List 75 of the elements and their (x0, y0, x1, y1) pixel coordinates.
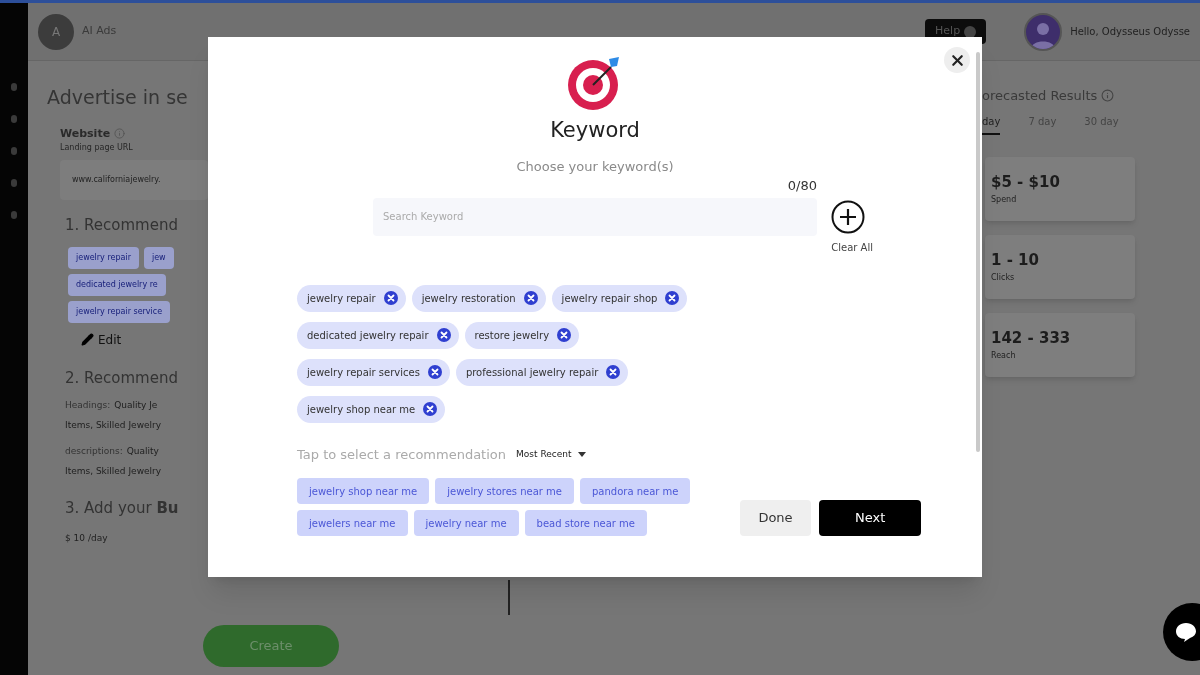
keyword-chip[interactable]: professional jewelry repair (455, 358, 629, 386)
keyword-chip[interactable]: jewelry restoration (411, 284, 546, 312)
next-button[interactable]: Next (819, 500, 921, 536)
keyword-chip[interactable]: jewelry repair (297, 284, 406, 312)
recommendation-chip[interactable]: pandora near me (580, 478, 691, 504)
remove-icon[interactable] (665, 291, 680, 305)
remove-icon[interactable] (523, 291, 538, 305)
keyword-chip[interactable]: jew (143, 246, 174, 269)
keyword-text: jewelry repair services (307, 365, 420, 380)
forecast-value: 142 - 333 (991, 328, 1072, 350)
recommendation-chip[interactable]: bead store near me (524, 510, 647, 536)
website-hint: Landing page URL (59, 142, 134, 154)
website-label: Website (60, 125, 111, 142)
done-button[interactable]: Done (739, 500, 812, 536)
page-title: Advertise in se (47, 85, 189, 110)
keyword-text: jewelry repair shop (561, 291, 658, 306)
ad-text: Items, Skilled Jewelry (65, 465, 163, 478)
recommendation-chip[interactable]: jewelry stores near me (435, 478, 574, 504)
user-avatar[interactable] (1024, 12, 1063, 51)
remove-icon[interactable] (383, 291, 398, 305)
keyword-text: jewelry repair (307, 291, 376, 306)
clear-all-button[interactable]: Clear All (831, 239, 873, 255)
remove-icon[interactable] (606, 365, 621, 379)
info-icon (114, 128, 126, 140)
remove-icon[interactable] (557, 328, 572, 342)
recommendation-chip[interactable]: jewelry shop near me (297, 478, 430, 504)
greeting: Hello, Odysseus Odysse (1070, 25, 1190, 39)
chat-icon (1175, 622, 1197, 642)
dialog-subtitle: Choose your keyword(s) (516, 157, 674, 176)
budget-value: $ 10 /day (64, 531, 109, 545)
close-button[interactable] (944, 47, 970, 73)
keyword-text: professional jewelry repair (465, 365, 599, 380)
keyword-counter: 0/80 (787, 177, 817, 195)
add-icon[interactable] (831, 199, 865, 234)
remove-icon[interactable] (436, 328, 451, 342)
dialog-title: Keyword (550, 117, 640, 144)
ad-text-label: Headings: (65, 399, 111, 412)
ad-text-label: descriptions: (65, 445, 123, 458)
section-heading: 1. Recommend (64, 215, 179, 236)
recommendation-prompt: Tap to select a recommendation (297, 445, 507, 464)
keyword-text: jewelry restoration (421, 291, 516, 306)
ad-text: Quality Je (114, 399, 158, 412)
edit-link[interactable]: Edit (98, 330, 122, 349)
keyword-text: restore jewelry (474, 328, 550, 343)
recommendation-chip[interactable]: jewelers near me (297, 510, 408, 536)
keyword-chip[interactable]: jewelry repair services (297, 358, 450, 386)
forecast-label: Reach (991, 349, 1017, 362)
keyword-text: jewelry shop near me (307, 402, 416, 417)
keyword-chip[interactable]: jewelry shop near me (297, 395, 446, 423)
ad-text: Quality (126, 445, 159, 458)
forecast-label: Clicks (991, 271, 1016, 284)
recommendation-chip[interactable]: jewelry near me (413, 510, 519, 536)
section-heading: 2. Recommend (64, 367, 179, 389)
avatar: A (38, 13, 74, 50)
keyword-chip[interactable]: jewelry repair shop (551, 284, 688, 312)
remove-icon[interactable] (423, 402, 438, 416)
keyword-chip[interactable]: dedicated jewelry repair (297, 321, 459, 349)
keyword-text: dedicated jewelry repair (307, 328, 429, 343)
keyword-chip[interactable]: jewelry repair (68, 246, 139, 269)
pencil-icon[interactable] (81, 333, 94, 346)
info-icon (1101, 89, 1115, 103)
search-field[interactable]: Search Keyword (373, 197, 817, 236)
website-field[interactable]: www.californiajewelry. (60, 160, 208, 200)
ad-text: Items, Skilled Jewelry (65, 419, 163, 432)
forecast-title: orecasted Results (982, 87, 1098, 105)
sort-dropdown[interactable]: Most Recent (516, 447, 586, 461)
keyword-chip[interactable]: dedicated jewelry re (68, 273, 166, 296)
forecast-label: Spend (991, 193, 1018, 206)
section-heading: 3. Add your Bu (64, 498, 180, 519)
forecast-value: 1 - 10 (991, 250, 1040, 272)
caret-icon (577, 451, 586, 457)
keyword-chip[interactable]: restore jewelry (464, 321, 580, 349)
forecast-value: $5 - $10 (991, 172, 1061, 194)
keyword-chip[interactable]: jewelry repair service (68, 300, 171, 323)
remove-icon[interactable] (427, 365, 442, 379)
